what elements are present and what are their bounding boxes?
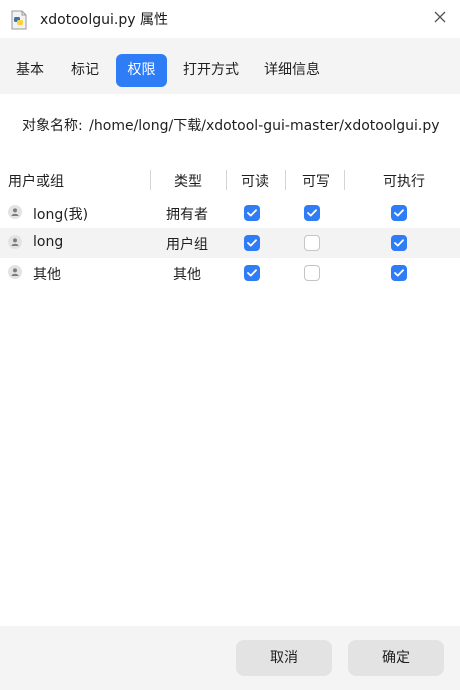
close-button[interactable]: [429, 8, 451, 30]
header-divider: [285, 170, 286, 190]
user-icon: [8, 205, 22, 219]
object-name-row: 对象名称: /home/long/下载/xdotool-gui-master/x…: [22, 115, 440, 135]
object-path: /home/long/下载/xdotool-gui-master/xdotool…: [89, 118, 440, 134]
user-type: 其他: [173, 267, 201, 283]
exec-checkbox[interactable]: [391, 205, 407, 221]
read-checkbox[interactable]: [244, 205, 260, 221]
header-divider: [150, 170, 151, 190]
read-checkbox[interactable]: [244, 265, 260, 281]
user-name: 其他: [33, 267, 61, 283]
read-checkbox[interactable]: [244, 235, 260, 251]
close-icon: [434, 11, 446, 27]
user-name: long: [33, 234, 64, 250]
window-title: xdotoolgui.py 属性: [40, 12, 168, 28]
header-write: 可写: [302, 174, 330, 190]
exec-checkbox[interactable]: [391, 265, 407, 281]
header-read: 可读: [241, 174, 269, 190]
cancel-button[interactable]: 取消: [236, 640, 332, 676]
tab-basic[interactable]: 基本: [8, 54, 52, 87]
dialog-footer: 取消 确定: [0, 626, 460, 690]
header-divider: [226, 170, 227, 190]
header-exec: 可执行: [383, 174, 425, 190]
title-bar: xdotoolgui.py 属性: [0, 0, 460, 38]
others-icon: [8, 265, 22, 279]
object-name-label: 对象名称:: [22, 118, 83, 134]
tab-open-with[interactable]: 打开方式: [178, 54, 244, 87]
user-name: long(我): [33, 207, 89, 223]
table-row: long(我) 拥有者: [0, 198, 460, 228]
header-divider: [344, 170, 345, 190]
header-user: 用户或组: [8, 174, 64, 190]
table-row: long 用户组: [0, 228, 460, 258]
table-row: 其他 其他: [0, 258, 460, 288]
write-checkbox[interactable]: [304, 235, 320, 251]
permissions-table-header: 用户或组 类型 可读 可写 可执行: [0, 165, 460, 195]
tab-tags[interactable]: 标记: [63, 54, 107, 87]
exec-checkbox[interactable]: [391, 235, 407, 251]
user-type: 拥有者: [166, 207, 208, 223]
tab-permissions[interactable]: 权限: [116, 54, 167, 87]
header-type: 类型: [174, 174, 202, 190]
ok-button[interactable]: 确定: [348, 640, 444, 676]
write-checkbox[interactable]: [304, 265, 320, 281]
python-file-icon: [10, 10, 28, 30]
tab-details[interactable]: 详细信息: [259, 54, 325, 87]
group-icon: [8, 235, 22, 249]
write-checkbox[interactable]: [304, 205, 320, 221]
tab-bar: 基本 标记 权限 打开方式 详细信息: [0, 38, 460, 94]
user-type: 用户组: [166, 237, 208, 253]
